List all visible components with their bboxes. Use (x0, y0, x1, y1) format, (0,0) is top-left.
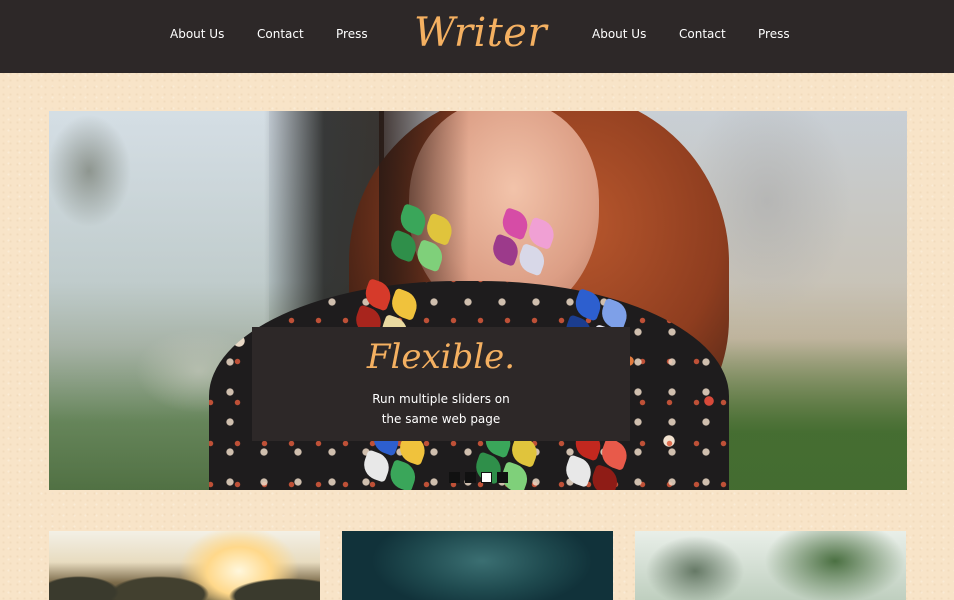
nav-contact-right[interactable]: Contact (679, 27, 726, 41)
hero-slider[interactable]: Flexible. Run multiple sliders on the sa… (49, 111, 907, 490)
site-header: About Us Contact Press Writer About Us C… (0, 0, 954, 73)
nav-press-right[interactable]: Press (758, 27, 790, 41)
slide-caption-line: the same web page (381, 412, 501, 426)
thumbnail-trees[interactable] (635, 531, 906, 600)
slider-dot[interactable] (449, 472, 460, 483)
thumbnail-dark[interactable] (342, 531, 613, 600)
slide-caption: Flexible. Run multiple sliders on the sa… (252, 327, 630, 441)
nav-about-us-right[interactable]: About Us (592, 27, 646, 41)
thumbnail-treeline (49, 572, 320, 600)
nav-press[interactable]: Press (336, 27, 368, 41)
slider-dot[interactable] (481, 472, 492, 483)
slide-caption-title: Flexible. (366, 337, 516, 377)
slide-caption-text: Run multiple sliders on the same web pag… (252, 389, 630, 429)
site-logo[interactable]: Writer (414, 10, 547, 56)
nav-contact[interactable]: Contact (257, 27, 304, 41)
slide-caption-line: Run multiple sliders on (372, 392, 510, 406)
nav-about-us[interactable]: About Us (170, 27, 224, 41)
slider-dot[interactable] (465, 472, 476, 483)
slider-dot[interactable] (497, 472, 508, 483)
thumbnail-sunset[interactable] (49, 531, 320, 600)
